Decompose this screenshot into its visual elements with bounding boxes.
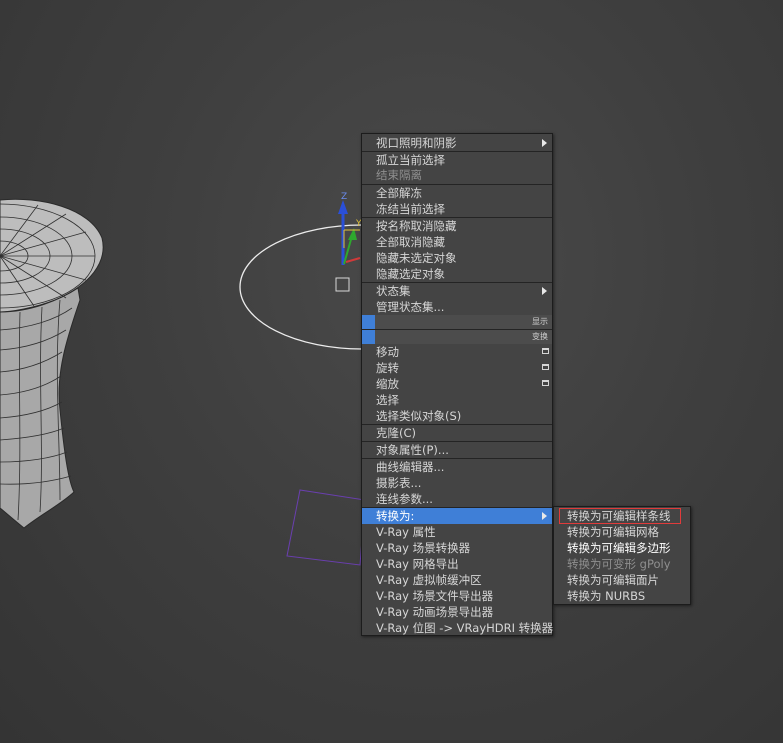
menu-item-vray-frame-buffer[interactable]: V-Ray 虚拟帧缓冲区 <box>362 572 552 588</box>
menu-item-convert-to[interactable]: 转换为: <box>362 508 552 524</box>
options-box-icon[interactable] <box>542 348 549 354</box>
submenu-item-editable-mesh[interactable]: 转换为可编辑网格 <box>554 524 690 540</box>
menu-item-curve-editor[interactable]: 曲线编辑器... <box>362 459 552 475</box>
menu-item-unfreeze-all[interactable]: 全部解冻 <box>362 185 552 201</box>
menu-item-freeze-selection[interactable]: 冻结当前选择 <box>362 201 552 217</box>
submenu-item-editable-poly[interactable]: 转换为可编辑多边形 <box>554 540 690 556</box>
quadrant-label-display: 显示 <box>532 317 548 326</box>
menu-item-vray-bitmap-converter[interactable]: V-Ray 位图 -> VRayHDRI 转换器 <box>362 620 553 636</box>
quadrant-header-display: 显示 <box>362 315 552 329</box>
quad-menu: 视口照明和阴影 孤立当前选择 结束隔离 全部解冻 冻结当前选择 按名称取消隐藏 … <box>361 133 553 636</box>
menu-item-vray-properties[interactable]: V-Ray 属性 <box>362 524 552 540</box>
menu-item-viewport-lighting[interactable]: 视口照明和阴影 <box>362 135 552 151</box>
menu-item-manage-state-sets[interactable]: 管理状态集... <box>362 299 552 315</box>
submenu-arrow-icon <box>542 512 547 520</box>
submenu-arrow-icon <box>542 287 547 295</box>
table-mesh[interactable] <box>0 198 104 529</box>
submenu-item-deformable-gpoly[interactable]: 转换为可变形 gPoly <box>554 556 690 572</box>
menu-item-vray-scene-file-exporter[interactable]: V-Ray 场景文件导出器 <box>362 588 552 604</box>
menu-item-vray-mesh-export[interactable]: V-Ray 网格导出 <box>362 556 552 572</box>
menu-item-hide-unselected[interactable]: 隐藏未选定对象 <box>362 250 552 266</box>
pivot-box-icon <box>335 277 350 292</box>
menu-item-hide-selection[interactable]: 隐藏选定对象 <box>362 266 552 282</box>
menu-item-unhide-all[interactable]: 全部取消隐藏 <box>362 234 552 250</box>
menu-item-rotate[interactable]: 旋转 <box>362 360 552 376</box>
menu-item-wire-parameters[interactable]: 连线参数... <box>362 491 552 507</box>
menu-item-object-properties[interactable]: 对象属性(P)... <box>362 442 552 458</box>
quadrant-label-transform: 变换 <box>532 332 548 341</box>
menu-item-move[interactable]: 移动 <box>362 344 552 360</box>
submenu-item-nurbs[interactable]: 转换为 NURBS <box>554 588 690 604</box>
submenu-item-editable-spline[interactable]: 转换为可编辑样条线 <box>559 508 681 524</box>
transform-gizmo[interactable]: Z Y <box>338 192 362 265</box>
menu-item-dope-sheet[interactable]: 摄影表... <box>362 475 552 491</box>
gizmo-z-label: Z <box>341 192 347 202</box>
options-box-icon[interactable] <box>542 364 549 370</box>
options-box-icon[interactable] <box>542 380 549 386</box>
menu-item-scale[interactable]: 缩放 <box>362 376 552 392</box>
quadrant-color-swatch <box>362 315 375 329</box>
plane-wireframe[interactable] <box>286 489 366 566</box>
menu-item-select-similar[interactable]: 选择类似对象(S) <box>362 408 552 424</box>
menu-item-state-sets[interactable]: 状态集 <box>362 283 552 299</box>
convert-to-submenu: 转换为可编辑样条线 转换为可编辑网格 转换为可编辑多边形 转换为可变形 gPol… <box>553 506 691 605</box>
menu-item-isolate-selection[interactable]: 孤立当前选择 <box>362 152 552 168</box>
submenu-arrow-icon <box>542 139 547 147</box>
quadrant-color-swatch <box>362 330 375 344</box>
quadrant-header-transform: 变换 <box>362 330 552 344</box>
menu-item-vray-animation-exporter[interactable]: V-Ray 动画场景导出器 <box>362 604 552 620</box>
menu-item-unhide-by-name[interactable]: 按名称取消隐藏 <box>362 218 552 234</box>
menu-item-clone[interactable]: 克隆(C) <box>362 425 552 441</box>
menu-item-select[interactable]: 选择 <box>362 392 552 408</box>
menu-item-vray-scene-converter[interactable]: V-Ray 场景转换器 <box>362 540 552 556</box>
submenu-item-editable-patch[interactable]: 转换为可编辑面片 <box>554 572 690 588</box>
menu-item-end-isolate[interactable]: 结束隔离 <box>362 167 552 183</box>
